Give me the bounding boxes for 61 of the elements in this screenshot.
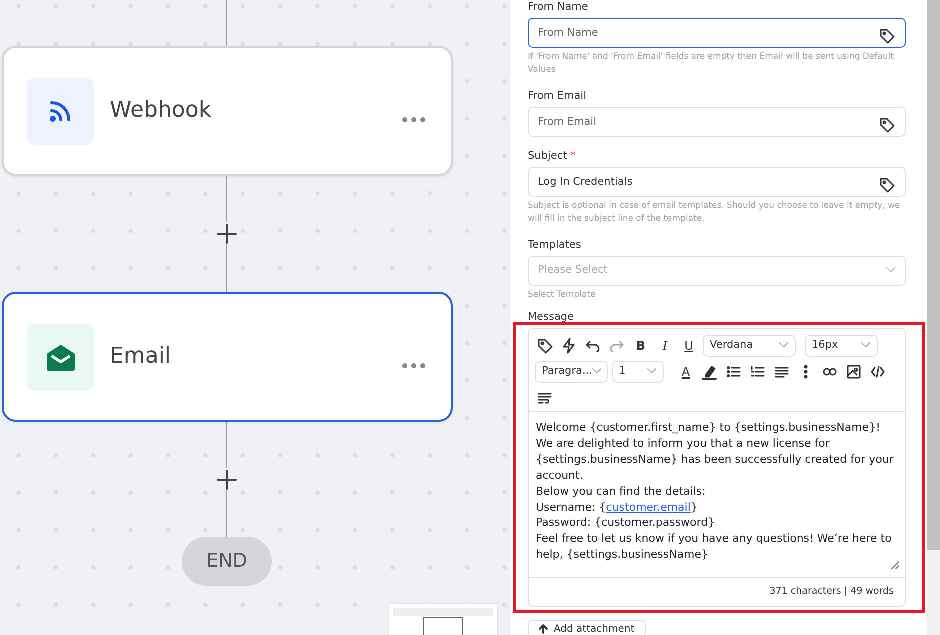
italic-button[interactable]: I <box>655 335 675 357</box>
workflow-node[interactable]: Email <box>2 292 453 422</box>
field-label: Subject * <box>528 150 577 163</box>
more-icon[interactable] <box>402 116 426 123</box>
more-icon[interactable] <box>402 362 426 369</box>
block-format-select[interactable]: Paragra... <box>535 361 608 383</box>
underline-button[interactable]: U <box>679 335 699 357</box>
font-size-select[interactable]: 16px <box>805 335 878 357</box>
lightning-icon[interactable] <box>562 338 576 354</box>
editor-paragraph: Password: {customer.password} <box>536 515 716 532</box>
upload-icon <box>539 624 548 634</box>
text-color-button[interactable]: A <box>676 361 696 383</box>
help-text: Select Template <box>528 289 597 302</box>
editor-paragraph: Username: {customer.email} <box>536 500 699 516</box>
required-mark: * <box>570 150 576 162</box>
chevron-down-icon <box>592 368 602 374</box>
text-field[interactable]: From Name <box>528 18 906 48</box>
chevron-down-icon <box>779 342 789 348</box>
workflow-node[interactable]: Webhook <box>2 46 453 176</box>
help-text: Subject is optional in case of email templates. Should you choose to leave it empty, we will fill in the subject line of the template. <box>528 200 902 226</box>
resize-handle-icon[interactable] <box>891 560 900 570</box>
plus-icon[interactable] <box>217 470 237 490</box>
bulleted-list-icon[interactable] <box>727 366 741 378</box>
line-height-select[interactable]: 1 <box>612 361 664 383</box>
tag-icon[interactable] <box>537 338 553 354</box>
email-link[interactable]: customer.email <box>606 500 691 514</box>
bold-button[interactable]: B <box>631 335 651 357</box>
node-label: Email <box>110 344 172 370</box>
help-text: If 'From Name' and 'From Email' fields are empty then Email will be sent using Default Values <box>528 51 895 77</box>
image-icon[interactable] <box>847 365 861 379</box>
undo-icon[interactable] <box>586 340 600 352</box>
code-icon[interactable] <box>871 366 885 378</box>
editor-paragraph: Welcome {customer.first_name} to {settings.businessName}! We are delighted to inform you that a new license for {settings.businessName} has been successfully created for your account. <box>536 420 895 484</box>
tag-icon[interactable] <box>879 177 896 194</box>
plus-icon[interactable] <box>217 224 237 244</box>
align-icon[interactable] <box>775 366 789 378</box>
highlighter-icon[interactable] <box>702 364 718 380</box>
tag-icon[interactable] <box>879 117 896 134</box>
text-wrap-icon[interactable] <box>538 392 552 404</box>
font-select[interactable]: Verdana <box>703 335 796 357</box>
link-icon[interactable] <box>823 367 837 377</box>
chevron-down-icon <box>647 368 657 374</box>
text-field[interactable]: Log In Credentials <box>528 167 906 197</box>
envelope-icon <box>44 342 76 372</box>
field-label: Templates <box>528 239 582 252</box>
field-label: Message <box>528 311 576 324</box>
end-node: END <box>182 537 272 586</box>
editor-paragraph: Feel free to let us know if you have any questions! We’re here to help, {settings.businessName} <box>536 531 893 564</box>
character-counter: 371 characters | 49 words <box>770 584 894 599</box>
numbered-list-icon[interactable] <box>751 366 765 378</box>
node-label: Webhook <box>110 98 212 124</box>
chevron-down-icon <box>861 342 871 348</box>
editor-paragraph: Below you can find the details: <box>536 484 707 500</box>
tag-icon[interactable] <box>879 28 896 45</box>
kebab-icon[interactable] <box>804 365 808 379</box>
field-label: From Name <box>528 1 590 14</box>
field-label: From Email <box>528 90 588 103</box>
attachment-button[interactable]: Add attachment <box>528 620 646 635</box>
signal-icon <box>48 100 74 124</box>
minimap[interactable] <box>388 603 498 635</box>
chevron-down-icon <box>886 267 896 274</box>
